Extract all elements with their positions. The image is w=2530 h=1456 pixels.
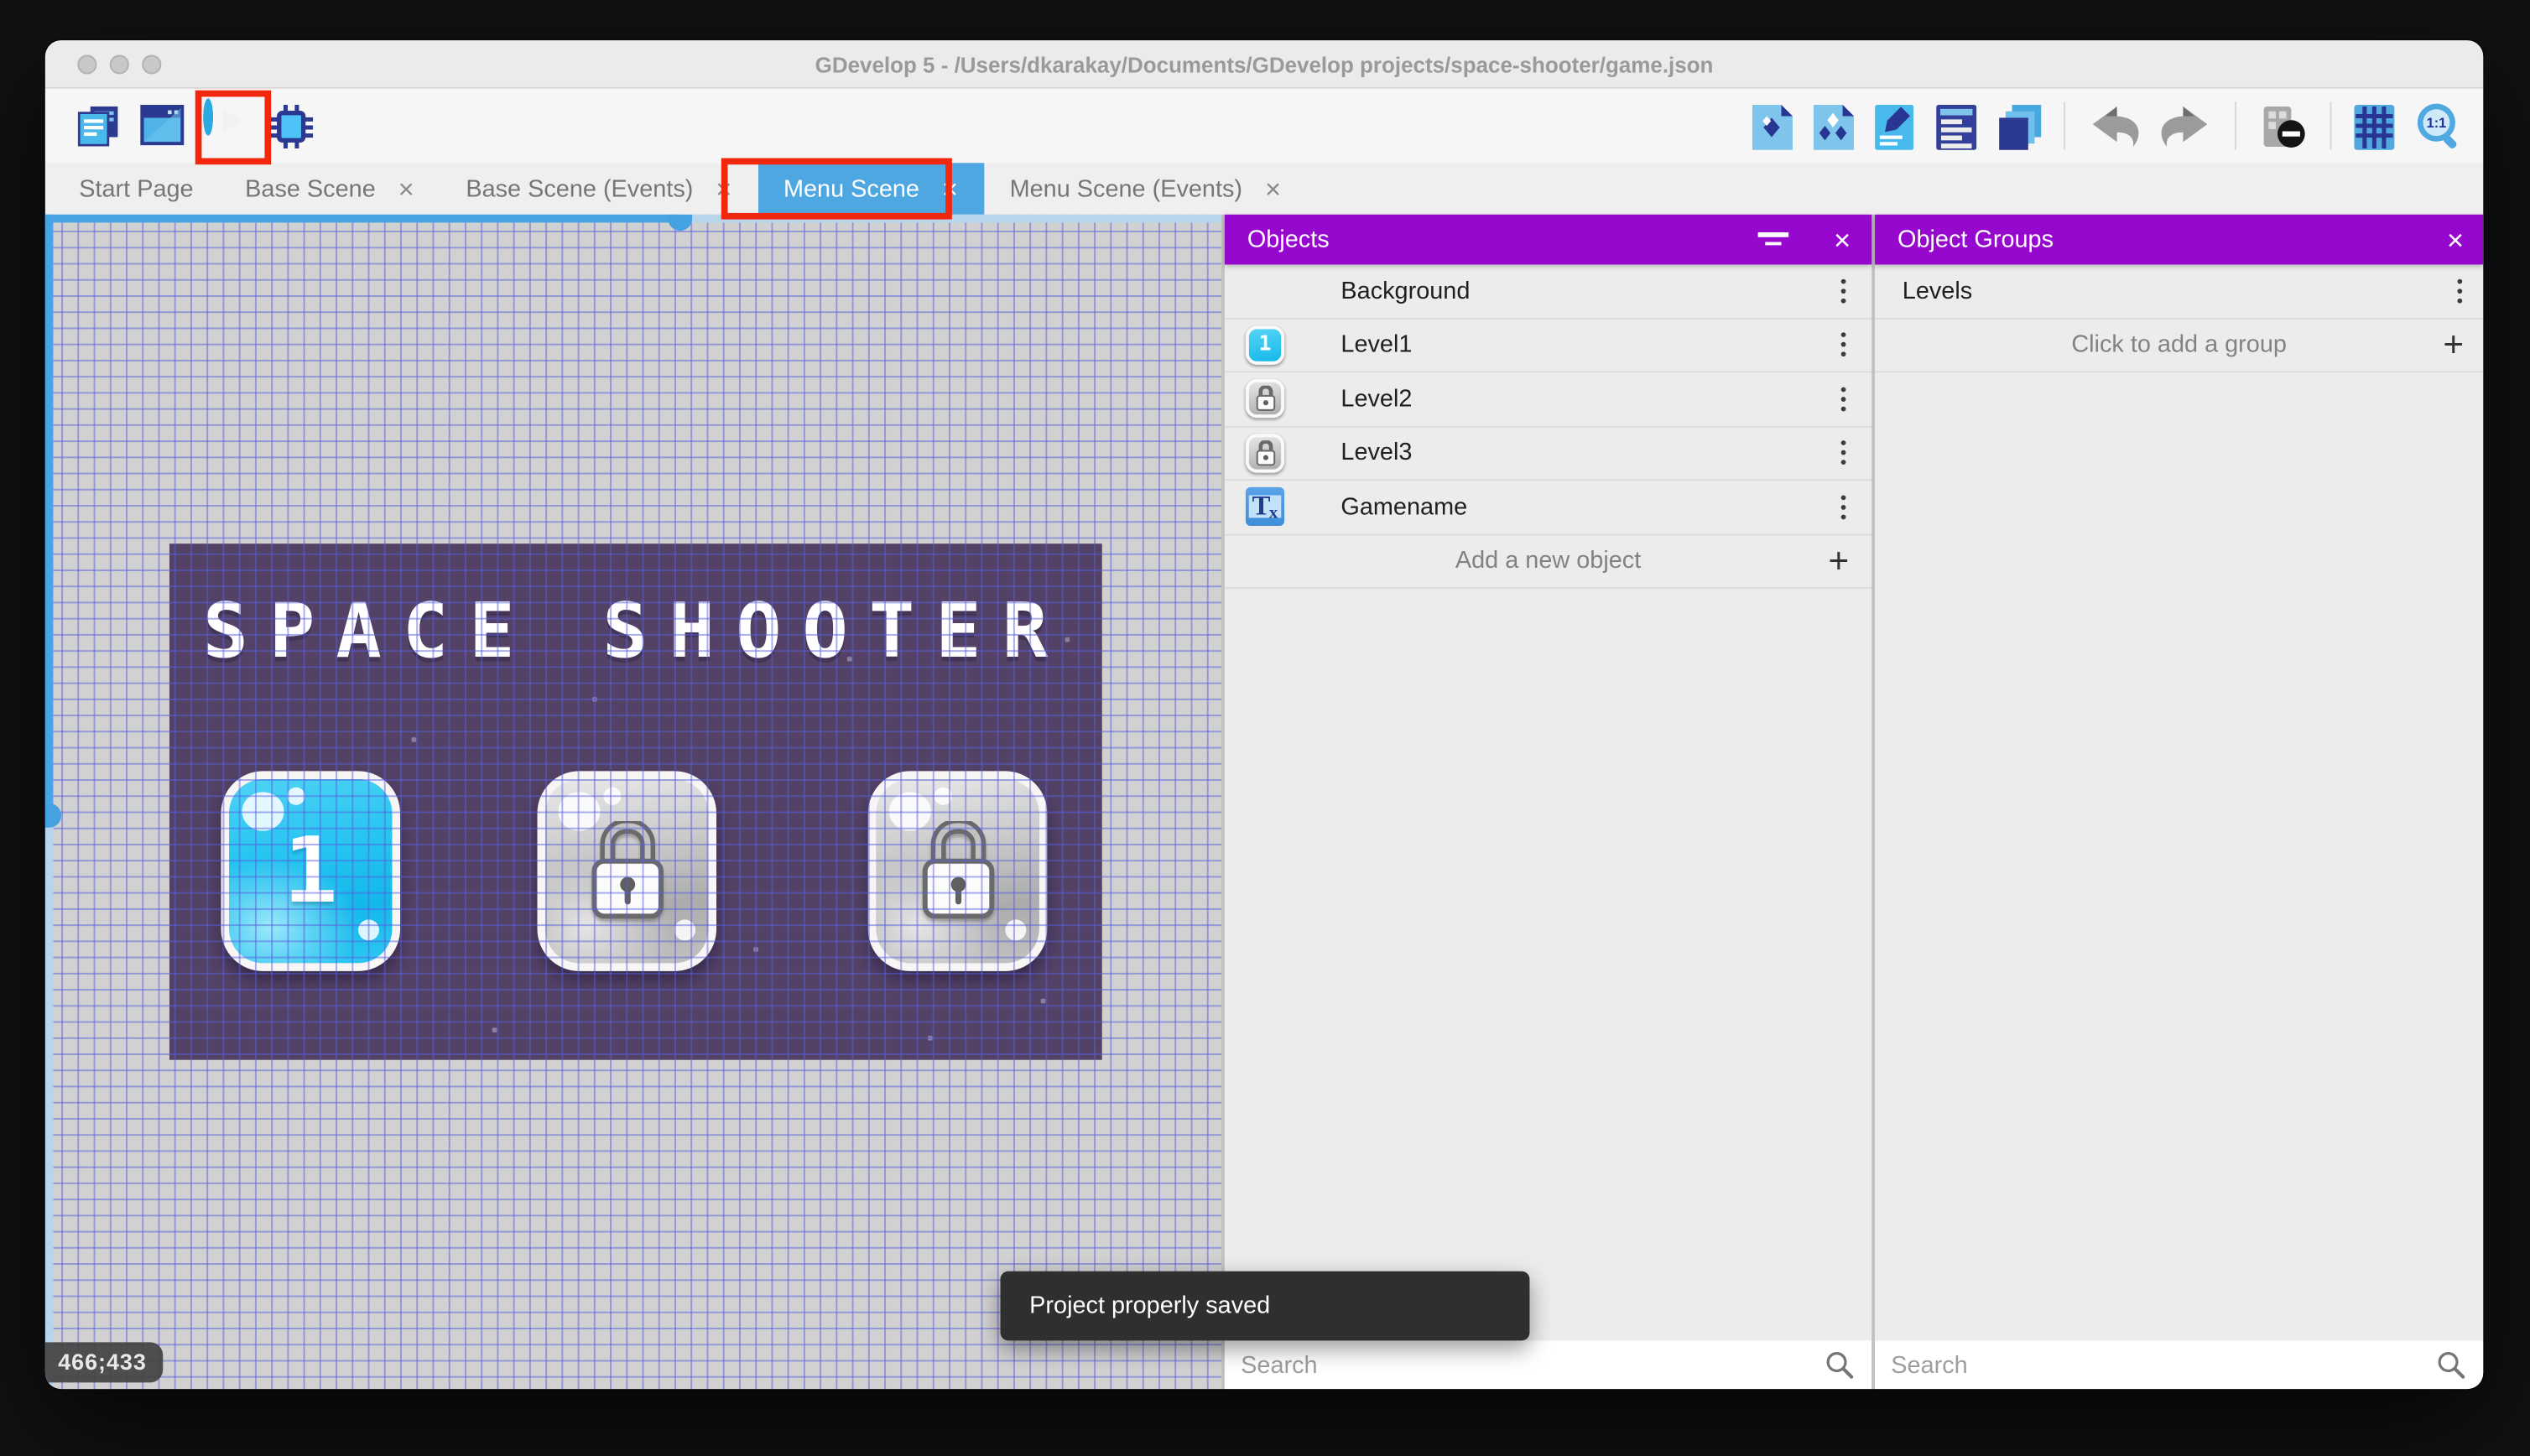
- toolbar-separator: [2064, 101, 2066, 150]
- object-row-level1[interactable]: 1 Level1: [1224, 319, 1872, 373]
- objects-panel-title: Objects: [1247, 226, 1330, 253]
- object-row-level2[interactable]: Level2: [1224, 372, 1872, 427]
- filter-icon[interactable]: [1757, 231, 1788, 247]
- object-row-gamename[interactable]: T x Gamename: [1224, 481, 1872, 535]
- add-object-icon[interactable]: +: [1829, 540, 1850, 582]
- preview-play-icon[interactable]: [203, 97, 250, 149]
- tab-menu-scene[interactable]: Menu Scene ×: [757, 163, 984, 215]
- level-number: 1: [283, 819, 338, 924]
- vertical-scrollbar-thumb[interactable]: [44, 803, 62, 828]
- toggle-window-mask-icon[interactable]: [2259, 104, 2308, 148]
- objects-search-input[interactable]: [1224, 1340, 1824, 1390]
- open-object-groups-icon[interactable]: [1813, 104, 1857, 149]
- cursor-coordinates-badge: 466;433: [44, 1342, 164, 1383]
- window-title: GDevelop 5 - /Users/dkarakay/Documents/G…: [815, 52, 1714, 77]
- gdevelop-window: GDevelop 5 - /Users/dkarakay/Documents/G…: [44, 40, 2484, 1390]
- titlebar: GDevelop 5 - /Users/dkarakay/Documents/G…: [44, 40, 2484, 89]
- object-menu-icon[interactable]: [1840, 332, 1846, 357]
- object-row-level3[interactable]: Level3: [1224, 427, 1872, 481]
- open-layers-panel-icon[interactable]: [1997, 104, 2042, 149]
- search-icon: [1826, 1352, 1854, 1379]
- object-menu-icon[interactable]: [1840, 278, 1846, 304]
- open-objects-panel-icon[interactable]: [1752, 104, 1796, 149]
- level2-button-instance[interactable]: [537, 771, 717, 971]
- zoom-ratio-label: 1:1: [2426, 113, 2447, 130]
- scene-render[interactable]: SPACE SHOOTER 1: [169, 543, 1102, 1060]
- level1-button-instance[interactable]: 1: [221, 771, 401, 971]
- open-instances-list-icon[interactable]: [1936, 104, 1980, 149]
- horizontal-scrollbar[interactable]: [44, 214, 1222, 231]
- toolbar-left: [77, 89, 314, 163]
- search-icon: [2438, 1352, 2465, 1379]
- toolbar-separator: [2330, 101, 2332, 150]
- close-tab-icon[interactable]: ×: [716, 175, 731, 203]
- lock-icon: [921, 821, 994, 919]
- objects-panel: Objects × Background 1 Level1 Level2 Lev…: [1224, 214, 1872, 1390]
- close-panel-icon[interactable]: ×: [1834, 225, 1851, 254]
- add-group-icon[interactable]: +: [2443, 324, 2464, 366]
- gloss-highlight: [358, 919, 380, 941]
- undo-icon[interactable]: [2088, 104, 2141, 148]
- toolbar-separator: [2235, 101, 2236, 150]
- locked-level-button-icon: [1245, 379, 1285, 419]
- gloss-highlight: [603, 787, 622, 805]
- scene-editor-canvas[interactable]: SPACE SHOOTER 1 466;433: [44, 214, 1222, 1390]
- toggle-grid-icon[interactable]: [2354, 104, 2397, 149]
- scene-window-icon[interactable]: [139, 103, 185, 148]
- save-toast: Project properly saved: [1000, 1271, 1530, 1341]
- locked-level-button-icon: [1245, 433, 1285, 473]
- add-object-row[interactable]: Add a new object +: [1224, 535, 1872, 590]
- vertical-scrollbar[interactable]: [44, 214, 62, 1390]
- add-group-row[interactable]: Click to add a group +: [1875, 319, 2484, 373]
- gloss-highlight: [674, 919, 696, 941]
- game-title-instance[interactable]: SPACE SHOOTER: [169, 587, 1102, 676]
- object-groups-panel: Object Groups × Levels Click to add a gr…: [1875, 214, 2484, 1390]
- object-menu-icon[interactable]: [1840, 494, 1846, 520]
- project-manager-icon[interactable]: [77, 104, 121, 148]
- text-object-icon: T x: [1245, 487, 1285, 527]
- open-properties-panel-icon[interactable]: [1875, 104, 1918, 149]
- group-menu-icon[interactable]: [2456, 278, 2463, 304]
- screenshot-stage: GDevelop 5 - /Users/dkarakay/Documents/G…: [0, 0, 2530, 1455]
- gloss-highlight: [287, 787, 305, 805]
- level-one-button-icon: 1: [1245, 325, 1285, 365]
- zoom-1-1-icon[interactable]: 1:1: [2415, 102, 2462, 149]
- groups-search-bar: [1875, 1340, 2484, 1390]
- debug-icon[interactable]: [269, 104, 314, 148]
- close-tab-icon[interactable]: ×: [398, 175, 414, 203]
- object-groups-panel-header: Object Groups ×: [1875, 214, 2484, 265]
- gloss-highlight: [242, 792, 284, 831]
- object-menu-icon[interactable]: [1840, 386, 1846, 412]
- toolbar-right: 1:1: [1752, 89, 2462, 163]
- close-panel-icon[interactable]: ×: [2447, 225, 2464, 254]
- tab-start-page[interactable]: Start Page: [53, 163, 219, 215]
- gloss-highlight: [1005, 919, 1027, 941]
- tab-base-scene-events[interactable]: Base Scene (Events) ×: [440, 163, 758, 215]
- tab-base-scene[interactable]: Base Scene ×: [219, 163, 440, 215]
- gloss-highlight: [934, 787, 952, 805]
- horizontal-scrollbar-thumb[interactable]: [668, 214, 693, 231]
- toolbar: 1:1: [44, 88, 2484, 164]
- close-tab-icon[interactable]: ×: [942, 175, 958, 203]
- object-menu-icon[interactable]: [1840, 440, 1846, 465]
- close-tab-icon[interactable]: ×: [1265, 175, 1281, 203]
- objects-panel-header: Objects ×: [1224, 214, 1872, 265]
- tab-menu-scene-events[interactable]: Menu Scene (Events) ×: [984, 163, 1307, 215]
- object-groups-panel-title: Object Groups: [1898, 226, 2054, 253]
- tab-bar: Start Page Base Scene × Base Scene (Even…: [44, 163, 2484, 215]
- level3-button-instance[interactable]: [867, 771, 1048, 971]
- objects-search-bar: [1224, 1340, 1872, 1390]
- background-thumbnail: [1246, 272, 1284, 310]
- groups-search-input[interactable]: [1875, 1340, 2435, 1390]
- object-row-background[interactable]: Background: [1224, 264, 1872, 319]
- group-row-levels[interactable]: Levels: [1875, 264, 2484, 319]
- lock-icon: [591, 821, 664, 919]
- redo-icon[interactable]: [2159, 104, 2212, 148]
